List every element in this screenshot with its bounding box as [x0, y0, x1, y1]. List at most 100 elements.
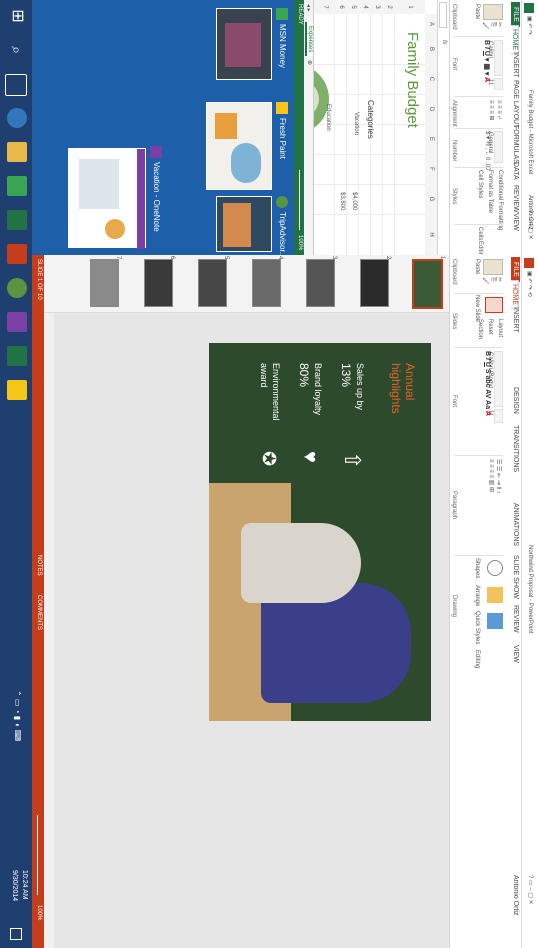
cell-family-budget-title[interactable]: Family Budget	[404, 32, 421, 128]
column-header[interactable]: G	[425, 184, 437, 215]
ie-icon[interactable]	[7, 108, 27, 128]
comments-button[interactable]: COMMENTS	[36, 595, 42, 630]
shapes-button[interactable]: Shapes	[474, 558, 480, 578]
font-style-buttons[interactable]: B I U S abc AV Aa A	[484, 351, 491, 416]
user-name[interactable]: Antonio Ortiz	[512, 875, 519, 915]
cut-copy-icons[interactable]: ✂ ⎘ 🖌	[482, 277, 503, 285]
powerpoint-icon[interactable]	[7, 244, 27, 264]
row-header[interactable]: 7	[313, 0, 335, 14]
row-header[interactable]: 4	[358, 0, 371, 14]
system-tray-icons[interactable]: ⌃ ▭ ◔ ▮ ◖ ⌨	[13, 690, 22, 741]
tab-review[interactable]: REVIEW	[512, 185, 519, 213]
slide-editing-area[interactable]: Annual highlights ⇧ ♥ ✪ Sales up by 13% …	[44, 313, 449, 948]
font-size-select[interactable]: 11	[487, 409, 503, 423]
cell-value-2[interactable]: $3,800	[339, 192, 345, 210]
tab-data[interactable]: DATA	[512, 162, 519, 180]
quick-access-icons[interactable]: ▣ ↶ ↷ ⟲	[526, 271, 533, 297]
row-header[interactable]: 2	[382, 0, 395, 14]
slide-thumbnail[interactable]	[360, 259, 389, 307]
column-header[interactable]: E	[425, 124, 437, 155]
ppt-zoom-level[interactable]: 100%	[36, 905, 42, 920]
paragraph-buttons[interactable]: ☰ ☰ ⇤ ⇥ ‖ ↕ ≡ ≡ ≡ ≡ ▥ ⊞	[488, 459, 502, 494]
slide-thumbnail[interactable]	[144, 259, 173, 307]
excel-app-icon[interactable]	[524, 3, 534, 13]
column-header[interactable]: A	[425, 14, 437, 35]
alignment-buttons[interactable]: ≡ ≡ ≡ ⤶ ≡ ≡ ≡ ⊞	[488, 100, 502, 121]
tab-slide-show[interactable]: SLIDE SHOW	[512, 555, 519, 599]
clock-date[interactable]: 9/30/2014	[11, 870, 18, 901]
quick-styles-icon[interactable]	[487, 613, 503, 629]
excel-icon[interactable]	[7, 346, 27, 366]
tile-fresh-paint[interactable]: Fresh Paint	[202, 102, 288, 192]
stat-sales-value[interactable]: 13%	[339, 363, 353, 387]
slide-heading-1[interactable]: Annual	[403, 363, 417, 400]
fx-icon[interactable]: fx	[441, 40, 447, 45]
layout-button[interactable]: Layout	[497, 319, 503, 337]
worksheet-grid[interactable]: A B C D E F G H 1 2 3 4 5 6 7 Family Bud…	[289, 0, 437, 256]
search-icon[interactable]: ⌕	[7, 40, 27, 60]
new-slide-icon[interactable]	[485, 297, 503, 313]
excel-zoom-slider[interactable]	[299, 170, 300, 230]
tripadvisor-icon[interactable]	[7, 278, 27, 298]
tab-insert[interactable]: INSERT	[512, 52, 519, 78]
notifications-icon[interactable]	[10, 928, 22, 940]
column-header[interactable]: B	[425, 34, 437, 65]
formula-bar[interactable]: fx	[437, 0, 449, 255]
ppt-zoom-slider[interactable]	[37, 815, 38, 895]
name-box[interactable]	[439, 2, 447, 28]
tab-home[interactable]: HOME	[511, 280, 519, 309]
cell-value-1[interactable]: $4,000	[351, 192, 357, 210]
stat-award-label-2[interactable]: award	[259, 363, 269, 388]
paste-button[interactable]: Paste	[474, 4, 480, 19]
font-name-select[interactable]: Calibri (Body)	[487, 351, 503, 407]
bold-italic-underline-buttons[interactable]: B I U ▾ ▦ ▾ A	[483, 40, 491, 82]
row-header[interactable]: 3	[370, 0, 383, 14]
clock-time[interactable]: 10:24 AM	[21, 870, 28, 900]
slide-thumbnail[interactable]	[198, 259, 227, 307]
vertical-scrollbar[interactable]	[44, 313, 54, 948]
fresh-paint-icon[interactable]	[7, 380, 27, 400]
cells-button[interactable]: Cells	[477, 227, 483, 240]
tile-msn-money[interactable]: MSN Money	[202, 8, 288, 98]
cell-education[interactable]: Education	[325, 104, 331, 131]
new-slide-button[interactable]: New Slide	[474, 295, 480, 322]
tile-vacation-onenote[interactable]: Vacation - OneNote	[66, 146, 162, 249]
column-header[interactable]: C	[425, 64, 437, 95]
paste-button[interactable]: Paste	[474, 259, 480, 274]
tab-file[interactable]: FILE	[511, 2, 520, 27]
slide-thumbnail-pane[interactable]: 1 2 3 4 5 6 7	[44, 255, 449, 313]
quick-access-save-icon[interactable]: ▣ ↶ ↷	[526, 16, 533, 35]
stat-award-label-1[interactable]: Environmental	[271, 363, 281, 421]
add-sheet-icon[interactable]: ⊕	[306, 60, 313, 65]
tab-animations[interactable]: ANIMATIONS	[512, 503, 519, 546]
excel-zoom-level[interactable]: 100%	[297, 235, 303, 250]
file-explorer-icon[interactable]	[7, 142, 27, 162]
tab-home[interactable]: HOME	[511, 25, 519, 54]
arrange-icon[interactable]	[487, 587, 503, 603]
tab-design[interactable]: DESIGN	[512, 387, 519, 414]
tab-file[interactable]: FILE	[511, 257, 520, 282]
task-view-icon[interactable]	[5, 74, 27, 96]
tab-transitions[interactable]: TRANSITIONS	[512, 425, 519, 472]
row-header[interactable]: 1	[394, 0, 425, 14]
tab-formulas[interactable]: FORMULAS	[512, 125, 519, 164]
row-header[interactable]: 5	[346, 0, 359, 14]
column-header[interactable]: D	[425, 94, 437, 125]
shapes-icon[interactable]	[487, 560, 503, 576]
cell-styles-button[interactable]: Cell Styles	[477, 170, 483, 198]
arrange-button[interactable]: Arrange	[474, 585, 480, 606]
conditional-formatting-button[interactable]: Conditional Formatting	[497, 170, 503, 230]
slide-canvas[interactable]: Annual highlights ⇧ ♥ ✪ Sales up by 13% …	[209, 343, 431, 721]
ppt-app-icon[interactable]	[524, 258, 534, 268]
slide-thumbnail[interactable]	[252, 259, 281, 307]
slide-thumbnail[interactable]	[90, 259, 119, 307]
sheet-nav-arrows[interactable]: ◂ ▸	[305, 4, 312, 12]
tile-tripadvisor[interactable]: TripAdvisor...	[212, 196, 288, 258]
excel-icon[interactable]	[7, 210, 27, 230]
format-as-table-button[interactable]: Format as Table	[487, 170, 493, 213]
font-size-select[interactable]: 11	[487, 78, 503, 90]
onenote-icon[interactable]	[7, 312, 27, 332]
row-header[interactable]: 6	[334, 0, 347, 14]
editing-button[interactable]: Editing	[474, 650, 480, 668]
tab-view[interactable]: VIEW	[512, 213, 519, 231]
